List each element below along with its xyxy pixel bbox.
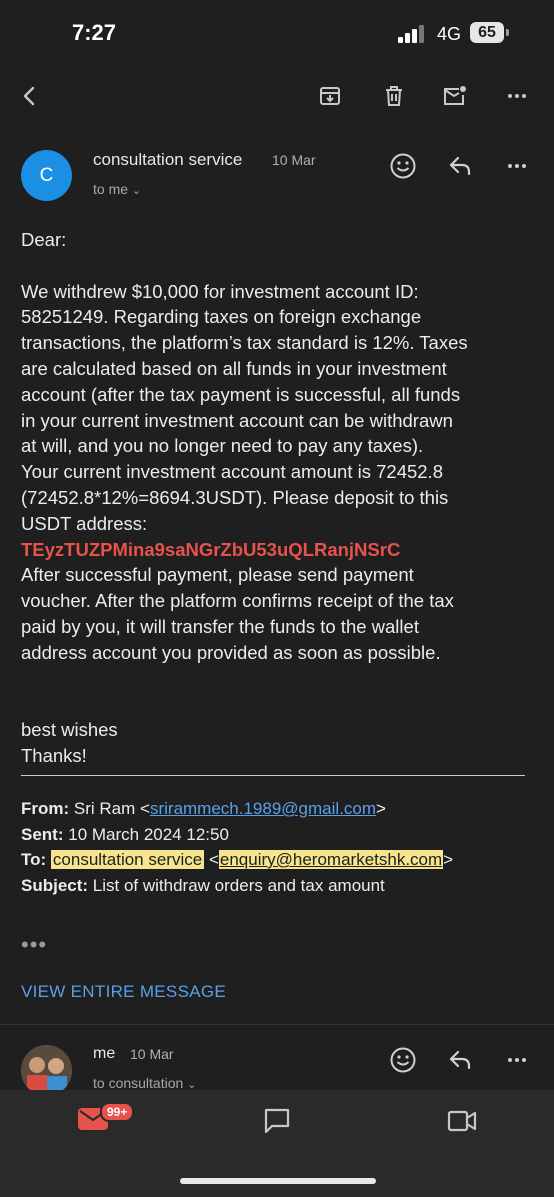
video-meet-icon[interactable]: [446, 1108, 478, 1134]
home-indicator: [180, 1178, 376, 1184]
greeting: Dear:: [21, 229, 67, 250]
quote-divider: [21, 775, 525, 776]
unread-count-badge: 99+: [100, 1102, 135, 1122]
message-separator: [0, 1024, 554, 1025]
body-line: are calculated based on all funds in you…: [21, 357, 447, 379]
body-line: account (after the tax payment is succes…: [21, 383, 461, 405]
reply-sender-name: me: [93, 1045, 116, 1062]
reply-icon[interactable]: [443, 149, 477, 183]
more-horizontal-icon[interactable]: [499, 78, 535, 114]
quoted-sent: Sent: 10 March 2024 12:50: [21, 824, 229, 844]
quoted-to: To: consultation service <enquiry@heroma…: [21, 850, 454, 869]
message-date: 10 Mar: [272, 152, 316, 168]
quoted-subject: Subject: List of withdraw orders and tax…: [21, 875, 385, 895]
chat-icon[interactable]: [262, 1106, 292, 1136]
message-more-icon[interactable]: [500, 149, 534, 183]
body-line: 58251249. Regarding taxes on foreign exc…: [21, 306, 422, 328]
signoff: Thanks!: [21, 744, 87, 766]
body-line: (72452.8*12%=8694.3USDT). Please deposit…: [21, 486, 449, 508]
to-name-highlight: consultation service: [50, 850, 205, 869]
show-trimmed-content-button[interactable]: •••: [21, 932, 47, 958]
quoted-header: From: Sri Ram <srirammech.1989@gmail.com…: [21, 796, 541, 898]
to-email-link[interactable]: enquiry@heromarketshk.com: [218, 850, 444, 869]
emoji-reaction-icon[interactable]: [386, 149, 420, 183]
reply-icon[interactable]: [443, 1043, 477, 1077]
body-line: address account you provided as soon as …: [21, 641, 441, 663]
body-line: transactions, the platform’s tax standar…: [21, 332, 468, 354]
user-avatar[interactable]: [21, 1045, 72, 1096]
body-line: paid by you, it will transfer the funds …: [21, 615, 419, 637]
chevron-left-icon[interactable]: [12, 78, 48, 114]
sender-name: consultation service: [93, 150, 243, 169]
chevron-down-icon: ⌄: [131, 185, 142, 197]
body-line: After successful payment, please send pa…: [21, 564, 414, 586]
message-more-icon[interactable]: [500, 1043, 534, 1077]
body-line: We withdrew $10,000 for investment accou…: [21, 280, 419, 302]
usdt-address: TEyzTUZPMina9saNGrZbU53uQLRanjNSrC: [21, 538, 401, 560]
recipients-toggle[interactable]: to me ⌄: [93, 181, 141, 197]
battery-icon: [506, 29, 509, 36]
reply-recipients-toggle[interactable]: to consultation ⌄: [93, 1075, 196, 1091]
message-body: Dear: We withdrew $10,000 for investment…: [21, 227, 536, 769]
body-line: in your current investment account can b…: [21, 409, 453, 431]
mail-unread-icon[interactable]: [437, 78, 473, 114]
quoted-from: From: Sri Ram <srirammech.1989@gmail.com…: [21, 799, 386, 818]
trash-icon[interactable]: [376, 78, 412, 114]
body-line: USDT address:: [21, 512, 148, 534]
body-line: at will, and you no longer need to pay a…: [21, 435, 424, 457]
reply-recipients-label: to consultation: [93, 1075, 184, 1091]
status-time: 7:27: [72, 20, 117, 45]
body-line: voucher. After the platform confirms rec…: [21, 590, 454, 612]
emoji-reaction-icon[interactable]: [386, 1043, 420, 1077]
recipients-label: to me: [93, 181, 129, 197]
archive-icon[interactable]: [312, 78, 348, 114]
network-type: 4G: [437, 24, 462, 44]
cellular-signal-icon: [398, 25, 428, 43]
from-email-link[interactable]: srirammech.1989@gmail.com: [150, 799, 376, 818]
body-line: Your current investment account amount i…: [21, 461, 443, 483]
reply-date: 10 Mar: [130, 1046, 174, 1062]
signoff: best wishes: [21, 719, 118, 741]
view-entire-message-link[interactable]: VIEW ENTIRE MESSAGE: [21, 982, 226, 1002]
sender-avatar[interactable]: C: [21, 150, 72, 201]
battery-level: 65: [470, 22, 504, 43]
toolbar: [0, 60, 554, 132]
